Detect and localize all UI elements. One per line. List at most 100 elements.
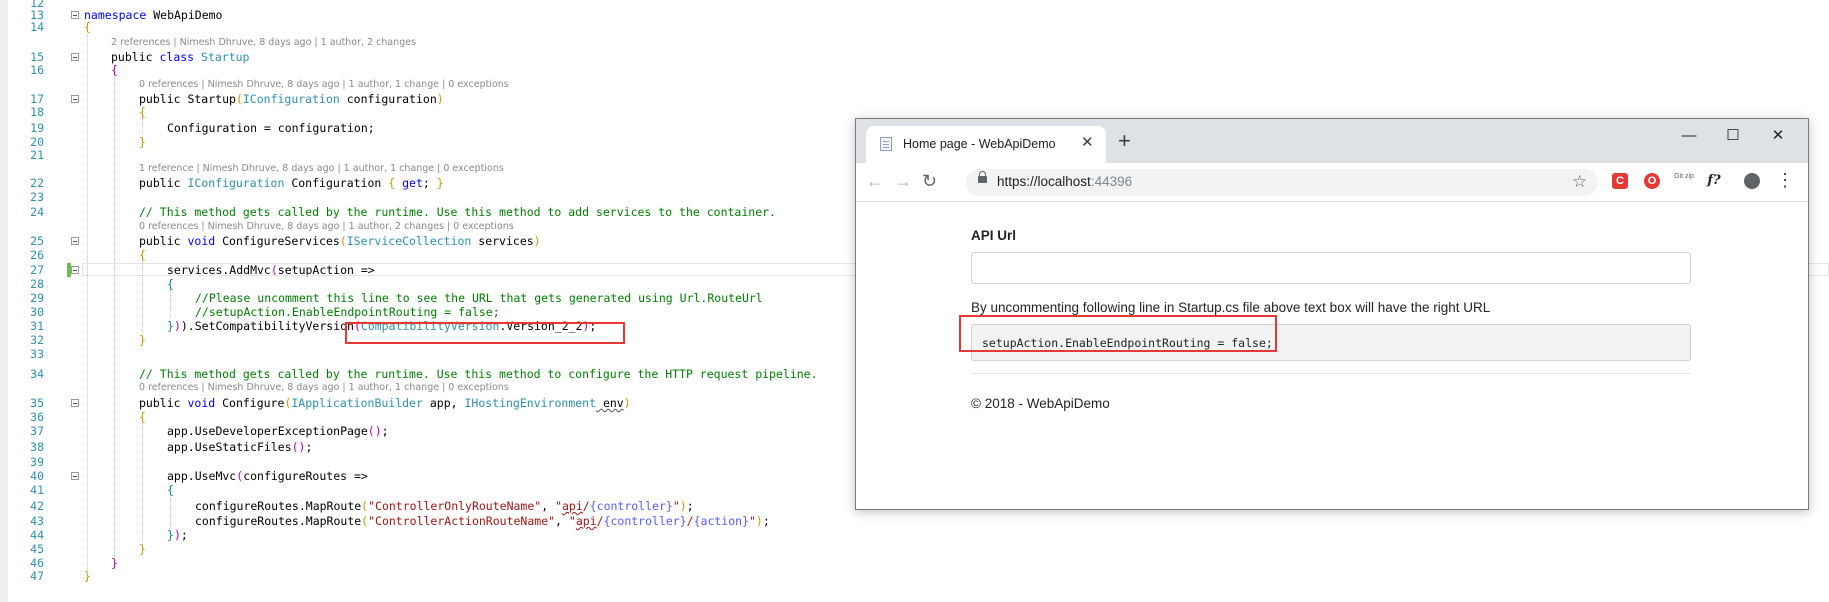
codelens[interactable]: 2 references | Nimesh Dhruve, 8 days ago… (0, 36, 1829, 50)
browser-window[interactable]: Home page - WebApiDemo ✕ + — ☐ ✕ ← → ↻ h… (855, 118, 1809, 510)
code-text: public class Startup (111, 50, 250, 64)
line-number: 30 (30, 305, 44, 319)
code-comment: // This method gets called by the runtim… (139, 367, 818, 381)
close-window-button[interactable]: ✕ (1763, 125, 1793, 147)
annotation-box (959, 315, 1277, 352)
tab-title: Home page - WebApiDemo (903, 137, 1056, 151)
code-text: { (167, 277, 174, 291)
line-number: 43 (30, 514, 44, 528)
reload-button[interactable]: ↻ (922, 171, 937, 191)
code-text: { (139, 248, 146, 262)
forward-button[interactable]: → (894, 171, 912, 191)
codelens-text[interactable]: 0 references | Nimesh Dhruve, 8 days ago… (139, 381, 509, 395)
line-number: 35 (30, 396, 44, 410)
line-number: 37 (30, 424, 44, 438)
code-line: 44 }); (0, 528, 1829, 542)
url-text[interactable]: https://localhost:44396 (997, 174, 1132, 189)
code-text: app.UseDeveloperExceptionPage(); (167, 424, 389, 438)
line-number: 44 (30, 528, 44, 542)
line-number: 33 (30, 347, 44, 361)
back-button[interactable]: ← (866, 171, 884, 191)
code-comment: //setupAction.EnableEndpointRouting = fa… (195, 305, 500, 319)
codelens-text[interactable]: 0 references | Nimesh Dhruve, 8 days ago… (139, 220, 514, 234)
line-number: 22 (30, 176, 44, 190)
line-number: 45 (30, 542, 44, 556)
codelens-text[interactable]: 2 references | Nimesh Dhruve, 8 days ago… (111, 36, 416, 50)
line-number: 46 (30, 556, 44, 570)
line-number: 23 (30, 190, 44, 204)
new-tab-button[interactable]: + (1118, 130, 1131, 152)
line-number: 29 (30, 291, 44, 305)
collapse-icon[interactable] (71, 95, 79, 103)
collapse-icon[interactable] (71, 472, 79, 480)
footer-text: © 2018 - WebApiDemo (971, 396, 1110, 411)
api-url-input[interactable] (971, 252, 1691, 284)
browser-titlebar[interactable]: Home page - WebApiDemo ✕ + — ☐ ✕ (856, 119, 1808, 163)
code-line: 16 { (0, 63, 1829, 77)
browser-tab[interactable]: Home page - WebApiDemo ✕ (866, 126, 1106, 163)
line-number: 16 (30, 63, 44, 77)
indent-guide (114, 77, 115, 557)
indent-guide (170, 290, 171, 318)
indent-guide (142, 118, 143, 134)
extension-c-icon[interactable]: C (1612, 173, 1628, 189)
code-comment: // This method gets called by the runtim… (139, 205, 776, 219)
codelens-text[interactable]: 1 reference | Nimesh Dhruve, 8 days ago … (139, 162, 504, 176)
address-bar[interactable]: https://localhost:44396 ☆ (966, 169, 1598, 196)
close-tab-icon[interactable]: ✕ (1081, 134, 1094, 152)
line-number: 14 (30, 20, 44, 34)
line-number: 34 (30, 367, 44, 381)
lock-icon[interactable] (978, 171, 987, 183)
code-line: 14 { (0, 20, 1829, 34)
line-number: 19 (30, 121, 44, 135)
extension-formula-icon[interactable]: f? (1706, 173, 1722, 189)
annotation-box (345, 322, 625, 344)
collapse-icon[interactable] (71, 11, 79, 19)
line-number: 41 (30, 483, 44, 497)
code-line: 46 } (0, 556, 1829, 570)
extension-opera-icon[interactable]: O (1644, 173, 1660, 189)
code-text: public Startup(IConfiguration configurat… (139, 92, 444, 106)
indent-guide (170, 497, 171, 527)
code-line: 15 public class Startup (0, 50, 1829, 64)
code-text: Configuration = configuration; (167, 121, 375, 135)
change-marker (67, 263, 71, 277)
codelens[interactable]: 0 references | Nimesh Dhruve, 8 days ago… (0, 78, 1829, 92)
profile-avatar-icon[interactable] (1744, 173, 1760, 189)
code-text: } (139, 542, 146, 556)
page-icon (880, 137, 892, 151)
code-line: 45 } (0, 542, 1829, 556)
collapse-icon[interactable] (71, 266, 79, 274)
divider (971, 373, 1691, 374)
code-text: configureRoutes.MapRoute("ControllerActi… (195, 514, 770, 528)
code-line: 47 } (0, 569, 1829, 583)
collapse-icon[interactable] (71, 53, 79, 61)
code-text: app.UseMvc(configureRoutes => (167, 469, 368, 483)
indent-guide (87, 35, 88, 575)
minimize-button[interactable]: — (1674, 125, 1704, 147)
code-comment: //Please uncomment this line to see the … (195, 291, 763, 305)
menu-icon[interactable]: ⋮ (1776, 170, 1794, 191)
code-line: 43 configureRoutes.MapRoute("ControllerA… (0, 514, 1829, 528)
collapse-icon[interactable] (71, 399, 79, 407)
bookmark-star-icon[interactable]: ☆ (1572, 172, 1587, 192)
codelens-text[interactable]: 0 references | Nimesh Dhruve, 8 days ago… (139, 78, 509, 92)
line-number: 15 (30, 50, 44, 64)
line-number: 20 (30, 135, 44, 149)
line-number: 17 (30, 92, 44, 106)
code-text: } (139, 135, 146, 149)
code-text: } (139, 333, 146, 347)
maximize-button[interactable]: ☐ (1718, 125, 1748, 147)
line-number: 26 (30, 248, 44, 262)
code-line: 18 { (0, 105, 1829, 119)
collapse-icon[interactable] (71, 237, 79, 245)
code-text: public void ConfigureServices(IServiceCo… (139, 234, 541, 248)
code-text: { (84, 20, 91, 34)
browser-toolbar: ← → ↻ https://localhost:44396 ☆ C O Git … (856, 163, 1808, 202)
extension-gitzip-icon[interactable]: Git zip (1674, 173, 1694, 189)
line-number: 25 (30, 234, 44, 248)
code-text: { (139, 105, 146, 119)
api-url-label: API Url (971, 228, 1017, 243)
code-text: configureRoutes.MapRoute("ControllerOnly… (195, 499, 694, 513)
line-number: 28 (30, 277, 44, 291)
